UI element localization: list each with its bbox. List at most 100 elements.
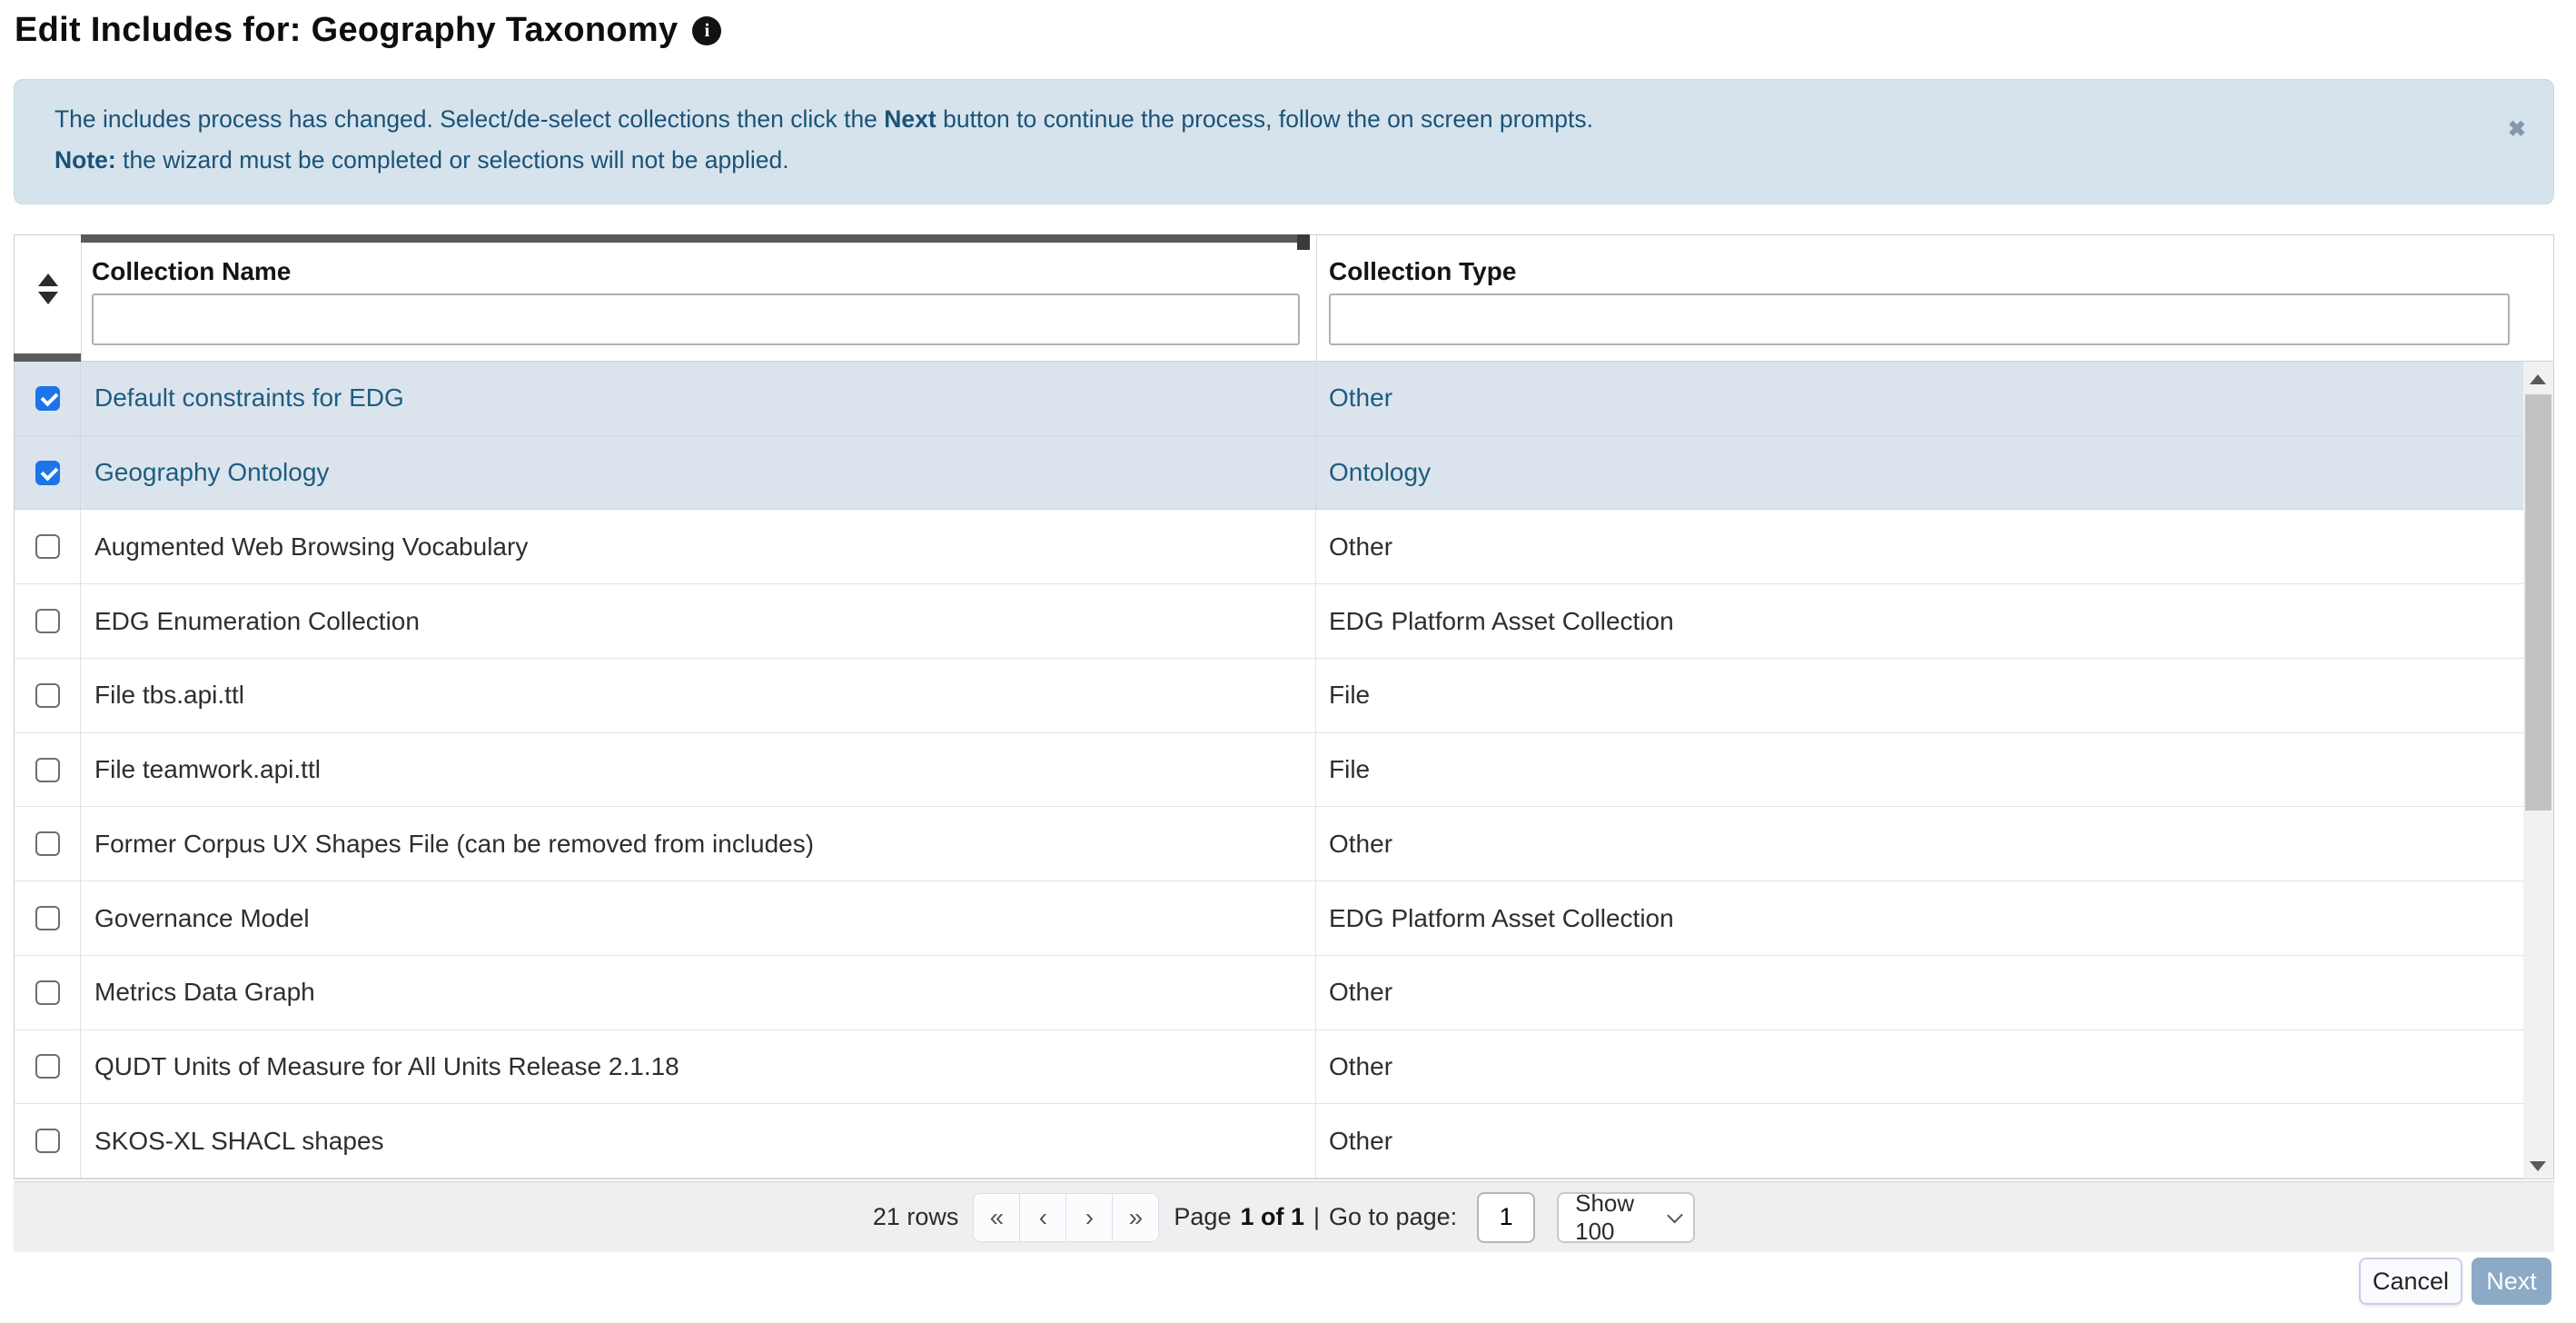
collection-name-cell[interactable]: File tbs.api.ttl [81,658,1316,732]
collection-name-filter-input[interactable] [92,293,1300,345]
page-size-value: Show 100 [1575,1189,1635,1245]
table-row[interactable]: SKOS-XL SHACL shapes Other [15,1104,2553,1179]
collection-type-filter-input[interactable] [1329,293,2510,345]
column-header-collection-type[interactable]: Collection Type [1329,257,1516,286]
column-resize-bar[interactable] [81,234,1310,243]
page-value: 1 of 1 [1240,1203,1304,1230]
info-banner: The includes process has changed. Select… [14,79,2554,204]
banner-line-2: Note: the wizard must be completed or se… [54,146,789,174]
collection-name-cell[interactable]: Metrics Data Graph [81,955,1316,1030]
sort-icon[interactable] [38,274,58,304]
collection-name-cell[interactable]: Default constraints for EDG [81,362,1316,435]
column-header-collection-name[interactable]: Collection Name [92,257,291,286]
collection-type-cell[interactable]: Other [1316,1030,2553,1104]
table-row[interactable]: EDG Enumeration Collection EDG Platform … [15,584,2553,659]
goto-page-input[interactable] [1477,1191,1536,1243]
collection-name-cell[interactable]: SKOS-XL SHACL shapes [81,1104,1316,1179]
collection-name-cell[interactable]: QUDT Units of Measure for All Units Rele… [81,1030,1316,1104]
collection-name-cell[interactable]: Former Corpus UX Shapes File (can be rem… [81,807,1316,881]
row-select-cell [15,510,81,584]
close-icon[interactable]: ✖ [2508,116,2526,143]
collection-type-cell[interactable]: Other [1316,510,2553,583]
collection-type-cell[interactable]: Other [1316,1104,2553,1178]
page-word: Page [1174,1203,1232,1230]
row-select-cell [15,955,81,1030]
page-size-select[interactable]: Show 100 [1557,1189,1696,1245]
collections-table: Collection Name Collection Type Default … [14,234,2554,1179]
row-select-cell [15,362,81,435]
row-select-cell [15,732,81,807]
last-page-button[interactable]: » [1112,1192,1160,1242]
row-select-cell [15,1030,81,1104]
edit-includes-dialog: Edit Includes for: Geography Taxonomy i … [0,0,2576,1323]
row-select-cell [15,881,81,955]
collection-type-cell[interactable]: Other [1316,807,2553,880]
collection-type-cell[interactable]: Ontology [1316,436,2553,510]
table-row[interactable]: Default constraints for EDG Other [15,362,2553,436]
table-row[interactable]: Geography Ontology Ontology [15,435,2553,511]
separator: | [1313,1203,1321,1230]
info-banner-text: The includes process has changed. Select… [54,99,1593,181]
collection-name-cell[interactable]: File teamwork.api.ttl [81,732,1316,807]
row-checkbox[interactable] [35,757,60,782]
collection-type-cell[interactable]: EDG Platform Asset Collection [1316,881,2553,955]
scrollbar-thumb[interactable] [2525,394,2551,811]
row-checkbox[interactable] [35,1129,60,1154]
rows-count: 21 rows [872,1203,959,1230]
first-page-button[interactable]: « [973,1192,1021,1242]
table-row[interactable]: QUDT Units of Measure for All Units Rele… [15,1030,2553,1105]
table-row[interactable]: Metrics Data Graph Other [15,955,2553,1030]
scroll-up-arrow-icon[interactable] [2530,374,2546,384]
collection-type-cell[interactable]: Other [1316,362,2553,435]
column-divider [81,235,82,361]
info-icon[interactable]: i [692,15,722,45]
row-checkbox[interactable] [35,1054,60,1079]
pagination-bar: 21 rows « ‹ › » Page 1 of 1 | Go to page… [14,1181,2554,1252]
cancel-button[interactable]: Cancel [2359,1258,2462,1305]
collection-name-cell[interactable]: Governance Model [81,881,1316,955]
collection-type-cell[interactable]: Other [1316,956,2553,1030]
row-checkbox[interactable] [35,385,60,411]
table-body: Default constraints for EDG Other Geogra… [15,362,2553,1179]
collection-name-cell[interactable]: Augmented Web Browsing Vocabulary [81,510,1316,584]
collection-name-cell[interactable]: Geography Ontology [81,435,1316,510]
scroll-down-arrow-icon[interactable] [2530,1161,2546,1171]
page-status: Page 1 of 1 | Go to page: [1174,1203,1457,1231]
page-title: Edit Includes for: Geography Taxonomy [15,11,679,49]
sort-asc-arrow [38,274,58,286]
row-checkbox[interactable] [35,831,60,857]
collection-type-cell[interactable]: File [1316,733,2553,807]
banner-line-1: The includes process has changed. Select… [54,105,1594,133]
row-checkbox[interactable] [35,682,60,708]
next-button[interactable]: Next [2472,1258,2551,1305]
previous-page-button[interactable]: ‹ [1019,1192,1067,1242]
table-row[interactable]: Governance Model EDG Platform Asset Coll… [15,881,2553,956]
pager-button-group: « ‹ › » [973,1192,1160,1242]
column-divider [1316,235,1317,361]
row-checkbox[interactable] [35,460,60,485]
row-select-cell [15,658,81,732]
collection-type-cell[interactable]: File [1316,659,2553,732]
collection-name-cell[interactable]: EDG Enumeration Collection [81,584,1316,658]
table-header: Collection Name Collection Type [14,234,2553,362]
row-select-cell [15,435,81,510]
sort-desc-arrow [38,292,58,304]
row-checkbox[interactable] [35,980,60,1005]
next-page-button[interactable]: › [1065,1192,1114,1242]
table-row[interactable]: Augmented Web Browsing Vocabulary Other [15,510,2553,585]
table-row[interactable]: File teamwork.api.ttl File [15,732,2553,808]
column-resize-handle[interactable] [1297,234,1310,250]
row-select-cell [15,807,81,881]
row-select-cell [15,584,81,658]
vertical-scrollbar[interactable] [2523,362,2553,1179]
row-checkbox[interactable] [35,609,60,634]
table-row[interactable]: Former Corpus UX Shapes File (can be rem… [15,807,2553,882]
row-checkbox[interactable] [35,906,60,930]
table-row[interactable]: File tbs.api.ttl File [15,658,2553,733]
page-header: Edit Includes for: Geography Taxonomy i [15,11,722,50]
goto-page-label: Go to page: [1329,1203,1458,1230]
collection-type-cell[interactable]: EDG Platform Asset Collection [1316,584,2553,658]
row-checkbox[interactable] [35,534,60,560]
column-resize-bar[interactable] [14,353,81,362]
row-select-cell [15,1104,81,1179]
